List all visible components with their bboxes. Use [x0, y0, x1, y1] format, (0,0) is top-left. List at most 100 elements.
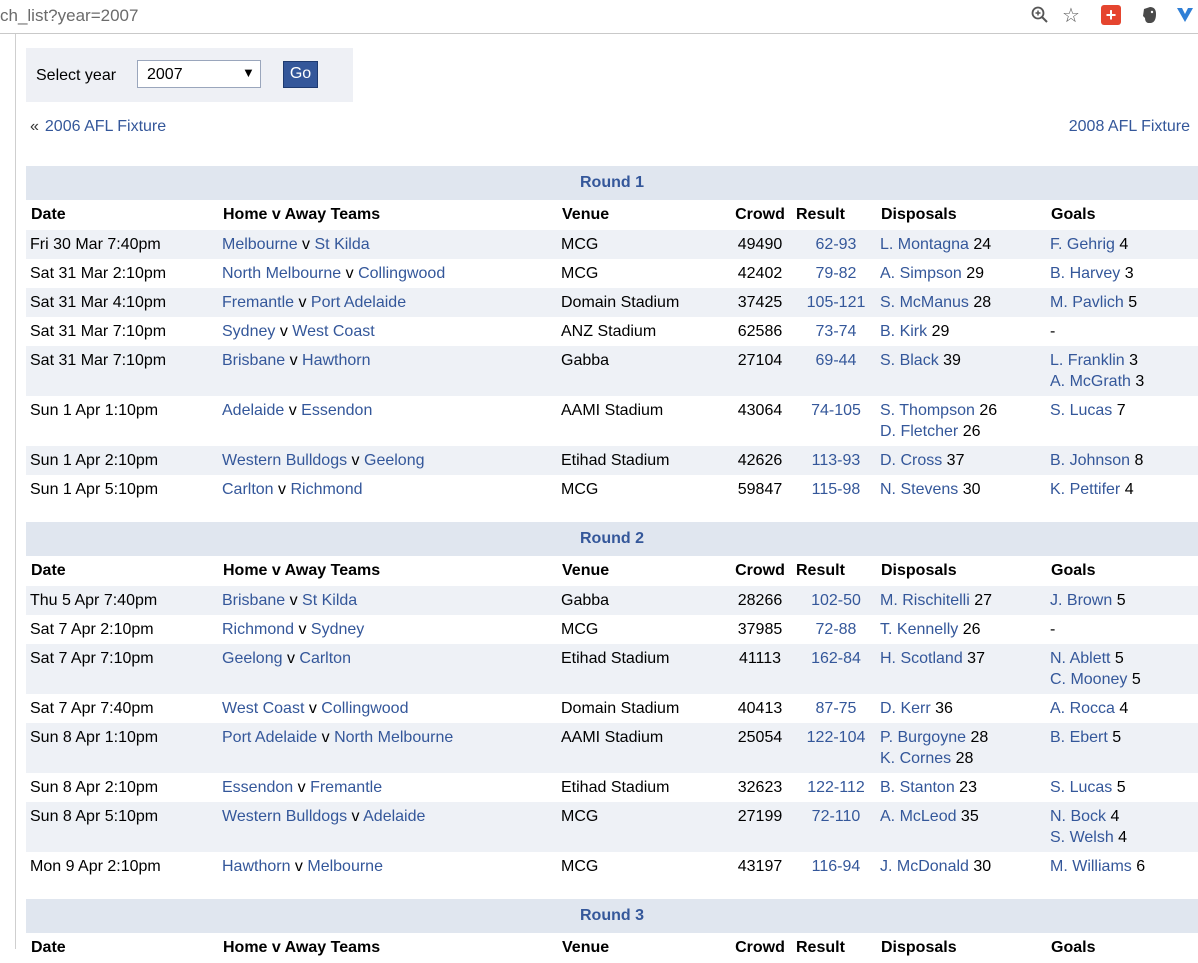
- away-team-link[interactable]: Collingwood: [358, 265, 445, 282]
- prev-year-link[interactable]: 2006 AFL Fixture: [45, 118, 166, 135]
- result-link[interactable]: 79-82: [816, 265, 857, 282]
- player-link[interactable]: D. Kerr: [880, 700, 931, 717]
- zoom-icon[interactable]: [1029, 4, 1051, 26]
- result-link[interactable]: 122-112: [807, 779, 865, 796]
- player-link[interactable]: L. Franklin: [1050, 352, 1125, 369]
- result-link[interactable]: 62-93: [816, 236, 857, 253]
- match-date: Sun 8 Apr 1:10pm: [26, 723, 218, 773]
- player-link[interactable]: N. Stevens: [880, 481, 958, 498]
- player-link[interactable]: S. Black: [880, 352, 939, 369]
- away-team-link[interactable]: Sydney: [311, 621, 364, 638]
- result-link[interactable]: 73-74: [816, 323, 857, 340]
- away-team-link[interactable]: Geelong: [364, 452, 425, 469]
- player-link[interactable]: F. Gehrig: [1050, 236, 1115, 253]
- player-link[interactable]: M. Rischitelli: [880, 592, 970, 609]
- player-link[interactable]: A. Simpson: [880, 265, 962, 282]
- home-team-link[interactable]: Carlton: [222, 481, 274, 498]
- player-link[interactable]: B. Stanton: [880, 779, 955, 796]
- result-link[interactable]: 72-110: [812, 808, 861, 825]
- player-link[interactable]: S. Thompson: [880, 402, 975, 419]
- player-link[interactable]: H. Scotland: [880, 650, 963, 667]
- result-link[interactable]: 115-98: [812, 481, 861, 498]
- year-select[interactable]: 2007 ▼: [137, 60, 261, 88]
- away-team-link[interactable]: Richmond: [290, 481, 362, 498]
- away-team-link[interactable]: Essendon: [301, 402, 372, 419]
- away-team-link[interactable]: St Kilda: [302, 592, 357, 609]
- player-link[interactable]: S. Lucas: [1050, 402, 1112, 419]
- disposal-count: 37: [942, 452, 965, 469]
- player-link[interactable]: B. Johnson: [1050, 452, 1130, 469]
- player-link[interactable]: T. Kennelly: [880, 621, 958, 638]
- disposal-count: 29: [961, 265, 985, 282]
- player-link[interactable]: J. Brown: [1050, 592, 1112, 609]
- result-link[interactable]: 102-50: [811, 592, 861, 609]
- disposal-count: 28: [968, 294, 992, 311]
- player-link[interactable]: L. Montagna: [880, 236, 969, 253]
- player-link[interactable]: J. McDonald: [880, 858, 969, 875]
- home-team-link[interactable]: Sydney: [222, 323, 275, 340]
- away-team-link[interactable]: North Melbourne: [334, 729, 453, 746]
- player-link[interactable]: M. Pavlich: [1050, 294, 1124, 311]
- player-link[interactable]: K. Cornes: [880, 750, 951, 767]
- result-link[interactable]: 113-93: [812, 452, 861, 469]
- away-team-link[interactable]: West Coast: [292, 323, 374, 340]
- evernote-elephant-icon[interactable]: [1140, 4, 1160, 26]
- result-link[interactable]: 116-94: [812, 858, 861, 875]
- away-team-link[interactable]: Hawthorn: [302, 352, 370, 369]
- player-link[interactable]: K. Pettifer: [1050, 481, 1120, 498]
- home-team-link[interactable]: Western Bulldogs: [222, 452, 347, 469]
- home-team-link[interactable]: Port Adelaide: [222, 729, 317, 746]
- away-team-link[interactable]: Collingwood: [321, 700, 408, 717]
- player-link[interactable]: S. Lucas: [1050, 779, 1112, 796]
- address-bar[interactable]: ch_list?year=2007: [0, 6, 138, 26]
- next-year-link[interactable]: 2008 AFL Fixture: [1069, 118, 1190, 135]
- match-result: 79-82: [796, 259, 876, 288]
- player-link[interactable]: B. Kirk: [880, 323, 927, 340]
- player-link[interactable]: D. Cross: [880, 452, 942, 469]
- player-link[interactable]: A. McGrath: [1050, 373, 1131, 390]
- home-team-link[interactable]: Essendon: [222, 779, 293, 796]
- away-team-link[interactable]: Adelaide: [363, 808, 425, 825]
- home-team-link[interactable]: Brisbane: [222, 592, 285, 609]
- away-team-link[interactable]: Melbourne: [307, 858, 383, 875]
- player-link[interactable]: A. Rocca: [1050, 700, 1115, 717]
- home-team-link[interactable]: Adelaide: [222, 402, 284, 419]
- result-link[interactable]: 122-104: [807, 729, 866, 746]
- home-team-link[interactable]: Western Bulldogs: [222, 808, 347, 825]
- result-link[interactable]: 162-84: [811, 650, 861, 667]
- player-link[interactable]: M. Williams: [1050, 858, 1132, 875]
- player-link[interactable]: B. Ebert: [1050, 729, 1108, 746]
- home-team-link[interactable]: North Melbourne: [222, 265, 341, 282]
- player-link[interactable]: A. McLeod: [880, 808, 956, 825]
- away-team-link[interactable]: Fremantle: [310, 779, 382, 796]
- disposal-entry: N. Stevens 30: [880, 479, 1046, 500]
- away-team-link[interactable]: St Kilda: [315, 236, 370, 253]
- player-link[interactable]: S. McManus: [880, 294, 969, 311]
- player-link[interactable]: N. Bock: [1050, 808, 1106, 825]
- extension-v-icon[interactable]: [1174, 4, 1196, 26]
- home-team-link[interactable]: Melbourne: [222, 236, 298, 253]
- home-team-link[interactable]: Hawthorn: [222, 858, 290, 875]
- home-team-link[interactable]: Richmond: [222, 621, 294, 638]
- table-row: Sun 1 Apr 5:10pm Carlton v Richmond MCG 598…: [26, 475, 1198, 504]
- player-link[interactable]: P. Burgoyne: [880, 729, 966, 746]
- player-link[interactable]: N. Ablett: [1050, 650, 1110, 667]
- result-link[interactable]: 69-44: [816, 352, 857, 369]
- away-team-link[interactable]: Port Adelaide: [311, 294, 406, 311]
- player-link[interactable]: S. Welsh: [1050, 829, 1114, 846]
- player-link[interactable]: B. Harvey: [1050, 265, 1120, 282]
- go-button[interactable]: Go: [283, 61, 318, 88]
- result-link[interactable]: 105-121: [807, 294, 866, 311]
- home-team-link[interactable]: Geelong: [222, 650, 283, 667]
- home-team-link[interactable]: West Coast: [222, 700, 304, 717]
- player-link[interactable]: D. Fletcher: [880, 423, 958, 440]
- result-link[interactable]: 74-105: [811, 402, 861, 419]
- away-team-link[interactable]: Carlton: [299, 650, 351, 667]
- result-link[interactable]: 72-88: [816, 621, 857, 638]
- home-team-link[interactable]: Fremantle: [222, 294, 294, 311]
- bookmark-star-icon[interactable]: ☆: [1060, 4, 1082, 27]
- home-team-link[interactable]: Brisbane: [222, 352, 285, 369]
- player-link[interactable]: C. Mooney: [1050, 671, 1127, 688]
- result-link[interactable]: 87-75: [816, 700, 857, 717]
- extension-plus-icon[interactable]: +: [1101, 5, 1121, 25]
